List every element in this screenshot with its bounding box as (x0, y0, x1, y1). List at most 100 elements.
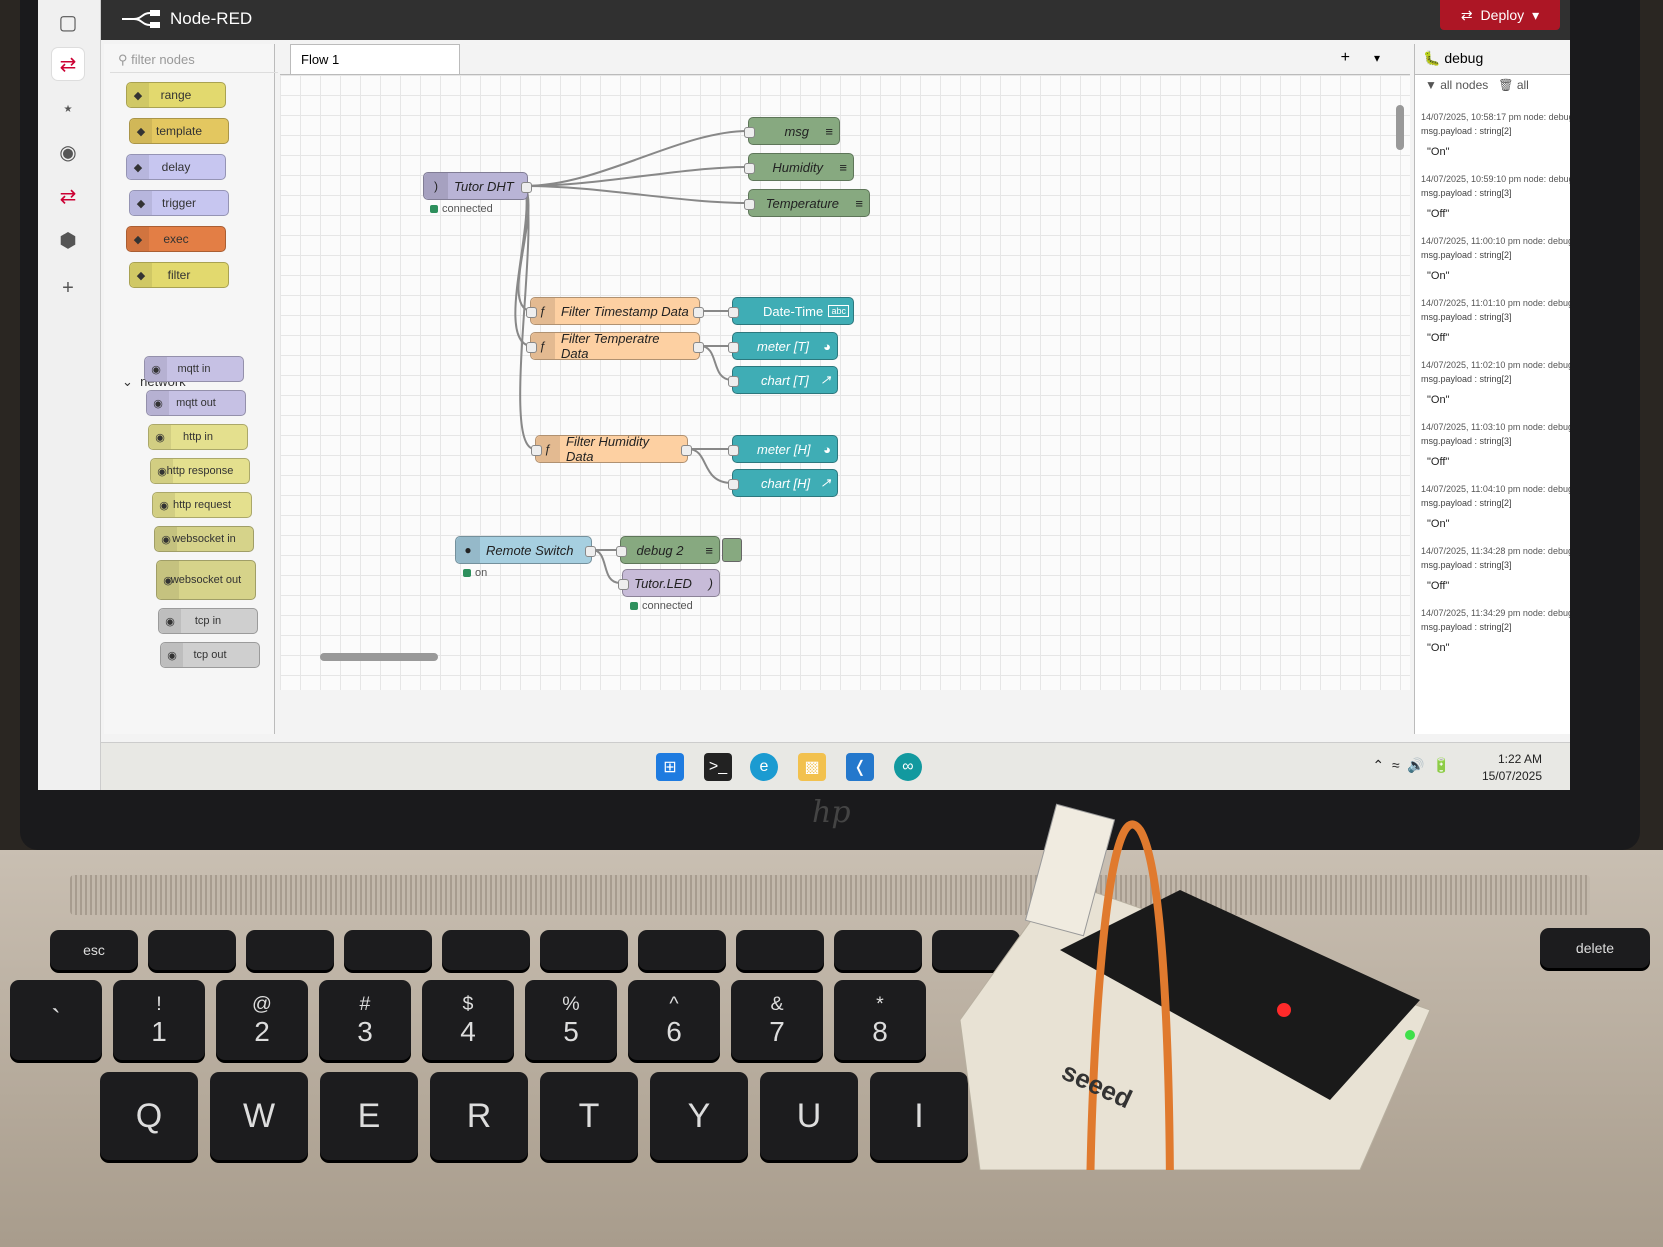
node-filter-humidity[interactable]: ƒ Filter Humidity Data (531, 434, 692, 464)
output-port[interactable] (693, 342, 704, 353)
node-chart-h[interactable]: chart [H] ↗ (728, 469, 838, 497)
debug-message[interactable]: 14/07/2025, 11:34:28 pm node: debug 2 msg… (1421, 546, 1570, 592)
palette-node[interactable]: ◉ websocket out (156, 560, 256, 600)
keyboard-key[interactable]: * 8 (834, 980, 926, 1060)
input-port[interactable] (744, 199, 755, 210)
hexagon-icon[interactable]: ⬢ (52, 224, 84, 256)
palette-node[interactable]: ◆ range (126, 82, 226, 108)
node-remote-switch[interactable]: ● Remote Switch (455, 536, 596, 564)
debug-message[interactable]: 14/07/2025, 11:03:10 pm node: debug 2 msg… (1421, 422, 1570, 468)
debug-message[interactable]: 14/07/2025, 11:02:10 pm node: debug 2 msg… (1421, 360, 1570, 406)
node-debug-2[interactable]: debug 2 ≡ (616, 536, 720, 564)
debug-message[interactable]: 14/07/2025, 11:01:10 pm node: debug 2 msg… (1421, 298, 1570, 344)
input-port[interactable] (728, 479, 739, 490)
palette-node[interactable]: ◉ http in (148, 424, 248, 450)
keyboard-key[interactable]: $4 (422, 980, 514, 1060)
keyboard-key[interactable]: & 7 (731, 980, 823, 1060)
debug-message[interactable]: 14/07/2025, 11:04:10 pm node: debug 2 msg… (1421, 484, 1570, 530)
tab-debug[interactable]: 🐛 debug (1423, 50, 1483, 67)
input-port[interactable] (526, 342, 537, 353)
node-date-time[interactable]: Date-Time abc (728, 297, 854, 325)
network-icon[interactable]: ⋆ (52, 92, 84, 124)
node-tutor-dht[interactable]: ) Tutor DHT (423, 172, 532, 200)
keyboard-key[interactable] (638, 930, 726, 970)
vertical-scrollbar[interactable] (1396, 105, 1404, 150)
palette-node[interactable]: ◆ filter (129, 262, 229, 288)
debug-message[interactable]: 14/07/2025, 10:59:10 pm node: debug 2 msg… (1421, 174, 1570, 220)
file-explorer-icon[interactable]: ▩ (798, 753, 826, 781)
add-icon[interactable]: + (52, 272, 84, 304)
palette-node[interactable]: ◆ template (129, 118, 229, 144)
node-tutor-led[interactable]: Tutor.LED ) (618, 569, 720, 597)
keyboard-key[interactable]: E (320, 1072, 418, 1160)
chevron-down-icon[interactable]: ▾ (1374, 51, 1380, 65)
keyboard-key[interactable]: esc (50, 930, 138, 970)
keyboard-key[interactable] (540, 930, 628, 970)
debug-message[interactable]: 14/07/2025, 11:34:29 pm node: debug 2 msg… (1421, 608, 1570, 654)
keyboard-key[interactable]: T (540, 1072, 638, 1160)
chevron-down-icon[interactable]: ▾ (1532, 7, 1539, 24)
output-port[interactable] (585, 546, 596, 557)
keyboard-key[interactable]: % 5 (525, 980, 617, 1060)
input-port[interactable] (728, 445, 739, 456)
input-port[interactable] (531, 445, 542, 456)
keyboard-key[interactable] (834, 930, 922, 970)
keyboard-key[interactable] (442, 930, 530, 970)
github-icon[interactable]: ◉ (52, 136, 84, 168)
input-port[interactable] (526, 307, 537, 318)
node-chart-t[interactable]: chart [T] ↗ (728, 366, 838, 394)
keyboard-key[interactable]: ` (10, 980, 102, 1060)
palette-node[interactable]: ◆ exec (126, 226, 226, 252)
palette-node[interactable]: ◆ trigger (129, 190, 229, 216)
output-port[interactable] (693, 307, 704, 318)
keyboard-key[interactable] (736, 930, 824, 970)
keyboard-key[interactable]: R (430, 1072, 528, 1160)
palette-node[interactable]: ◉ mqtt in (144, 356, 244, 382)
input-port[interactable] (728, 342, 739, 353)
input-port[interactable] (744, 127, 755, 138)
debug-message[interactable]: 14/07/2025, 11:00:10 pm node: debug 2 msg… (1421, 236, 1570, 282)
debug-toggle-button[interactable] (722, 538, 742, 562)
output-port[interactable] (521, 182, 532, 193)
keyboard-key[interactable]: ^ 6 (628, 980, 720, 1060)
node-msg[interactable]: msg ≡ (744, 117, 840, 145)
palette-node[interactable]: ◉ http request (152, 492, 252, 518)
keyboard-key[interactable]: Y (650, 1072, 748, 1160)
tab-flow-1[interactable]: Flow 1 (290, 44, 460, 74)
palette-node[interactable]: ◉ mqtt out (146, 390, 246, 416)
node-temperature[interactable]: Temperature ≡ (744, 189, 870, 217)
add-tab-icon[interactable]: + (1341, 49, 1350, 67)
input-port[interactable] (728, 307, 739, 318)
deploy-button[interactable]: ⇄ Deploy ▾ (1440, 0, 1560, 30)
keyboard-key[interactable]: ! 1 (113, 980, 205, 1060)
keyboard-key[interactable]: U (760, 1072, 858, 1160)
keyboard-key[interactable] (246, 930, 334, 970)
input-port[interactable] (616, 546, 627, 557)
flow-canvas[interactable]: ) Tutor DHT connected msg ≡ Humidity ≡ T… (280, 75, 1410, 690)
node-red-app-icon[interactable]: ⇄ (52, 48, 84, 80)
keyboard-key[interactable] (148, 930, 236, 970)
vscode-icon[interactable]: ❬ (846, 753, 874, 781)
palette-node[interactable]: ◆ delay (126, 154, 226, 180)
keyboard-key[interactable]: delete (1540, 928, 1650, 968)
keyboard-key[interactable] (344, 930, 432, 970)
node-red-app-icon[interactable]: ⇄ (52, 180, 84, 212)
palette-node[interactable]: ◉ tcp out (160, 642, 260, 668)
palette-node[interactable]: ◉ http response (150, 458, 250, 484)
horizontal-scrollbar[interactable] (320, 653, 438, 661)
keyboard-key[interactable]: Q (100, 1072, 198, 1160)
node-humidity[interactable]: Humidity ≡ (744, 153, 854, 181)
edge-browser-icon[interactable]: e (750, 753, 778, 781)
input-port[interactable] (728, 376, 739, 387)
node-filter-temperature[interactable]: ƒ Filter Temperatre Data (526, 331, 704, 361)
filter-nodes-button[interactable]: ▼ all nodes (1425, 78, 1488, 92)
palette-node[interactable]: ◉ tcp in (158, 608, 258, 634)
arduino-icon[interactable]: ∞ (894, 753, 922, 781)
debug-message[interactable]: 14/07/2025, 10:58:17 pm node: debug 2 msg… (1421, 112, 1570, 158)
node-filter-timestamp[interactable]: ƒ Filter Timestamp Data (526, 297, 704, 325)
output-port[interactable] (681, 445, 692, 456)
keyboard-key[interactable]: #3 (319, 980, 411, 1060)
windows-start-icon[interactable]: ⊞ (656, 753, 684, 781)
window-icon[interactable]: ▢ (52, 6, 84, 38)
palette-filter-input[interactable]: ⚲ filter nodes (110, 48, 278, 73)
